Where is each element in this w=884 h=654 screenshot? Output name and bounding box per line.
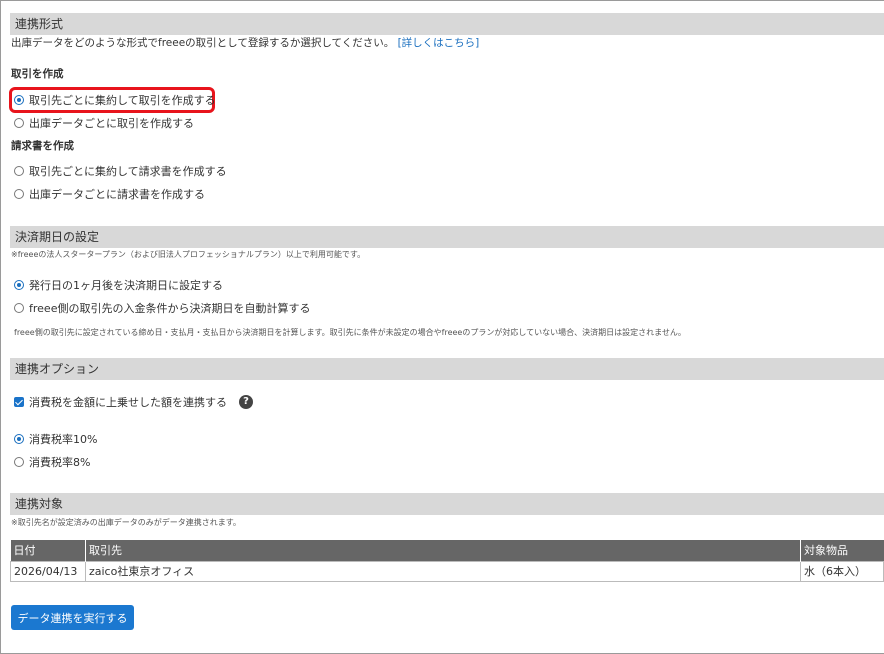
table-row: 2026/04/13 zaico社東京オフィス 水（6本入） xyxy=(10,560,884,582)
radio-icon[interactable] xyxy=(14,118,24,128)
radio-icon[interactable] xyxy=(14,303,24,313)
column-header-item: 対象物品 xyxy=(800,540,884,561)
radio-selected-icon[interactable] xyxy=(14,280,24,290)
radio-invoice-by-shipment[interactable]: 出庫データごとに請求書を作成する xyxy=(14,186,205,202)
link-type-desc-text: 出庫データをどのような形式でfreeeの取引として登録するか選択してください。 xyxy=(11,37,395,49)
target-table: 日付 取引先 対象物品 2026/04/13 zaico社東京オフィス 水（6本… xyxy=(10,540,884,582)
link-type-description: 出庫データをどのような形式でfreeeの取引として登録するか選択してください。 … xyxy=(11,35,479,50)
due-date-note: ※freeeの法人スタータープラン（および旧法人プロフェッショナルプラン）以上で… xyxy=(11,250,366,259)
section-header-link-type: 連携形式 xyxy=(10,13,884,35)
cell-date: 2026/04/13 xyxy=(10,560,86,582)
radio-selected-icon[interactable] xyxy=(14,95,24,105)
invoice-subtitle: 請求書を作成 xyxy=(11,140,74,152)
radio-label: 消費税率10% xyxy=(29,433,98,446)
radio-label: freee側の取引先の入金条件から決済期日を自動計算する xyxy=(29,302,311,315)
radio-deal-by-shipment[interactable]: 出庫データごとに取引を作成する xyxy=(14,115,194,131)
radio-due-one-month[interactable]: 発行日の1ヶ月後を決済期日に設定する xyxy=(14,277,223,293)
radio-due-auto-calc[interactable]: freee側の取引先の入金条件から決済期日を自動計算する xyxy=(14,300,310,316)
cell-item: 水（6本入） xyxy=(800,560,884,582)
radio-label: 出庫データごとに請求書を作成する xyxy=(29,188,205,201)
section-header-options: 連携オプション xyxy=(10,358,884,380)
deal-subtitle: 取引を作成 xyxy=(11,68,64,80)
radio-icon[interactable] xyxy=(14,189,24,199)
radio-label: 発行日の1ヶ月後を決済期日に設定する xyxy=(29,279,223,292)
radio-tax-10[interactable]: 消費税率10% xyxy=(14,431,97,447)
radio-label: 取引先ごとに集約して取引を作成する xyxy=(29,94,216,107)
checkbox-checked-icon[interactable] xyxy=(14,397,24,407)
radio-label: 消費税率8% xyxy=(29,456,91,469)
checkbox-label: 消費税を金額に上乗せした額を連携する xyxy=(29,396,227,409)
column-header-partner: 取引先 xyxy=(84,540,801,561)
tax-checkbox-row[interactable]: 消費税を金額に上乗せした額を連携する ? xyxy=(14,394,253,410)
section-header-target: 連携対象 xyxy=(10,493,884,515)
column-header-date: 日付 xyxy=(10,540,86,561)
radio-label: 出庫データごとに取引を作成する xyxy=(29,117,194,130)
cell-partner: zaico社東京オフィス xyxy=(84,560,802,582)
radio-deal-by-partner[interactable]: 取引先ごとに集約して取引を作成する xyxy=(14,92,216,108)
due-date-detail: freee側の取引先に設定されている締め日・支払月・支払日から決済期日を計算しま… xyxy=(14,328,686,337)
radio-invoice-by-partner[interactable]: 取引先ごとに集約して請求書を作成する xyxy=(14,163,227,179)
help-icon[interactable]: ? xyxy=(239,395,253,409)
radio-tax-8[interactable]: 消費税率8% xyxy=(14,454,90,470)
radio-icon[interactable] xyxy=(14,457,24,467)
radio-selected-icon[interactable] xyxy=(14,434,24,444)
radio-label: 取引先ごとに集約して請求書を作成する xyxy=(29,165,227,178)
section-header-due-date: 決済期日の設定 xyxy=(10,226,884,248)
table-header-row: 日付 取引先 対象物品 xyxy=(10,540,884,561)
target-note: ※取引先名が設定済みの出庫データのみがデータ連携されます。 xyxy=(11,518,241,527)
execute-sync-button[interactable]: データ連携を実行する xyxy=(11,605,134,630)
details-link[interactable]: [詳しくはこちら] xyxy=(398,37,480,49)
radio-icon[interactable] xyxy=(14,166,24,176)
